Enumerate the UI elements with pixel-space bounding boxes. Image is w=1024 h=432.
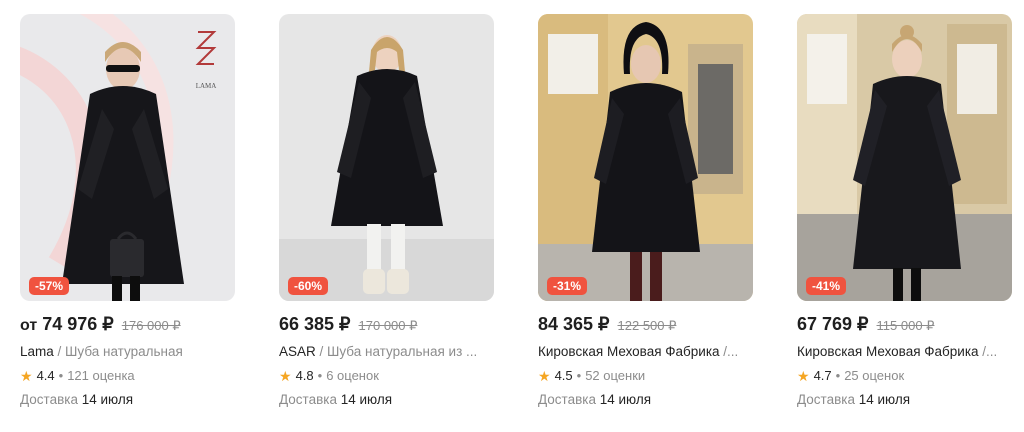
current-price: 84 365 ₽ [538,314,610,334]
product-card[interactable]: LAMA -57% от 74 976 ₽ 176 000 ₽ Lama / Ш… [20,14,235,407]
rating-value: 4.5 [554,368,573,383]
brand-name: Кировская Меховая Фабрика [538,344,720,359]
rating-dot: • [317,368,323,383]
product-type: Шуба натуральная [65,344,183,359]
delivery-date: 14 июля [599,392,652,407]
delivery-row: Доставка 14 июля [20,392,235,407]
discount-badge: -60% [288,277,329,295]
delivery-row: Доставка 14 июля [797,392,1012,407]
delivery-label: Доставка [797,392,855,407]
old-price: 122 500 ₽ [617,318,677,333]
rating-dot: • [576,368,582,383]
product-card[interactable]: -31% 84 365 ₽ 122 500 ₽ Кировская Мехова… [538,14,753,407]
rating-dot: • [58,368,64,383]
star-icon: ★ [20,367,33,384]
rating-row: ★ 4.4 • 121 оценка [20,368,235,383]
price-value: 74 976 ₽ [42,314,114,334]
product-photo[interactable]: -41% [797,14,1012,301]
old-price: 176 000 ₽ [121,318,181,333]
current-price: от 74 976 ₽ [20,314,114,335]
rating-dot: • [835,368,841,383]
product-image [797,14,1012,301]
product-image: LAMA [20,14,235,301]
svg-text:LAMA: LAMA [196,82,217,90]
star-icon: ★ [538,367,551,384]
review-count[interactable]: 25 оценок [844,368,904,383]
delivery-date: 14 июля [340,392,393,407]
product-grid: LAMA -57% от 74 976 ₽ 176 000 ₽ Lama / Ш… [20,14,1012,407]
rating-row: ★ 4.8 • 6 оценок [279,368,494,383]
delivery-label: Доставка [538,392,596,407]
delivery-label: Доставка [279,392,337,407]
delivery-date: 14 июля [81,392,134,407]
rating-value: 4.4 [36,368,55,383]
delivery-date: 14 июля [858,392,911,407]
rating-row: ★ 4.5 • 52 оценки [538,368,753,383]
brand-name: Кировская Меховая Фабрика [797,344,979,359]
current-price: 66 385 ₽ [279,314,351,334]
product-title[interactable]: Кировская Меховая Фабрика /... [797,344,1012,359]
discount-badge: -57% [29,277,70,295]
star-icon: ★ [279,367,292,384]
discount-badge: -31% [547,277,588,295]
product-photo[interactable]: -31% [538,14,753,301]
title-separator: / [53,344,66,359]
old-price: 170 000 ₽ [358,318,418,333]
product-title[interactable]: ASAR / Шуба натуральная из ... [279,344,494,359]
product-image [538,14,753,301]
product-card[interactable]: -41% 67 769 ₽ 115 000 ₽ Кировская Мехова… [797,14,1012,407]
rating-value: 4.8 [295,368,314,383]
discount-badge: -41% [806,277,847,295]
title-separator: / [315,344,328,359]
brand-name: ASAR [279,344,316,359]
review-count[interactable]: 6 оценок [326,368,379,383]
title-separator: /... [978,344,998,359]
product-card[interactable]: -60% 66 385 ₽ 170 000 ₽ ASAR / Шуба нату… [279,14,494,407]
price-row: 84 365 ₽ 122 500 ₽ [538,314,753,335]
price-row: от 74 976 ₽ 176 000 ₽ [20,314,235,335]
product-photo[interactable]: LAMA -57% [20,14,235,301]
star-icon: ★ [797,367,810,384]
price-row: 67 769 ₽ 115 000 ₽ [797,314,1012,335]
product-title[interactable]: Lama / Шуба натуральная [20,344,235,359]
price-prefix: от [20,317,38,334]
rating-value: 4.7 [813,368,832,383]
current-price: 67 769 ₽ [797,314,869,334]
product-title[interactable]: Кировская Меховая Фабрика /... [538,344,753,359]
product-photo[interactable]: -60% [279,14,494,301]
product-image [279,14,494,301]
review-count[interactable]: 52 оценки [585,368,645,383]
product-type: Шуба натуральная из ... [327,344,478,359]
title-separator: /... [719,344,739,359]
delivery-row: Доставка 14 июля [279,392,494,407]
delivery-row: Доставка 14 июля [538,392,753,407]
old-price: 115 000 ₽ [876,318,935,333]
rating-row: ★ 4.7 • 25 оценок [797,368,1012,383]
review-count[interactable]: 121 оценка [67,368,134,383]
delivery-label: Доставка [20,392,78,407]
price-row: 66 385 ₽ 170 000 ₽ [279,314,494,335]
brand-name: Lama [20,344,54,359]
